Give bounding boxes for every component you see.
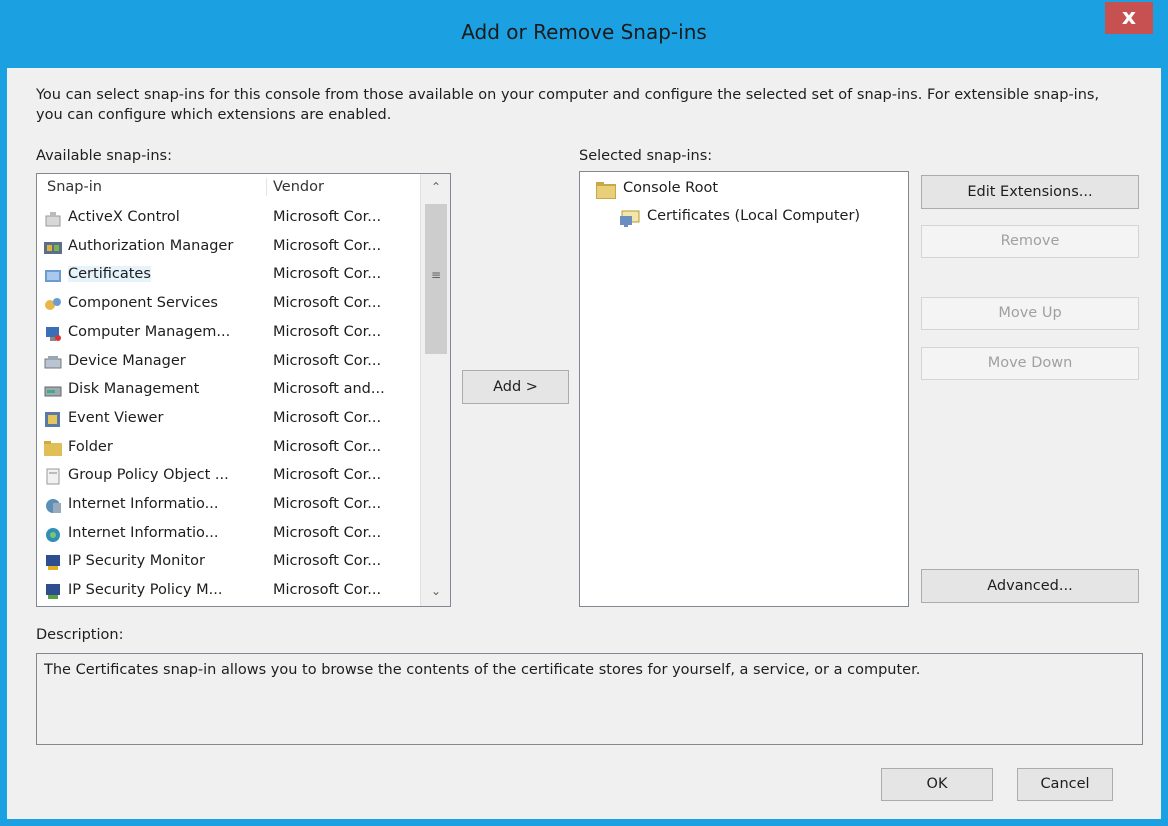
tree-node-label: Certificates (Local Computer): [647, 208, 861, 224]
authorization-manager-icon: [44, 241, 62, 254]
snapin-row[interactable]: IP Security Monitor Microsoft Cor...: [37, 548, 419, 577]
edit-extensions-button[interactable]: Edit Extensions...: [921, 175, 1139, 209]
description-box: The Certificates snap-in allows you to b…: [36, 653, 1143, 745]
ok-button[interactable]: OK: [881, 768, 993, 801]
selected-snapins-label: Selected snap-ins:: [579, 148, 713, 164]
certificates-icon: [620, 210, 640, 227]
snapin-name: Internet Informatio...: [68, 524, 219, 541]
snapin-row[interactable]: Component Services Microsoft Cor...: [37, 290, 419, 319]
snapin-name: Internet Informatio...: [68, 496, 219, 512]
dialog-client-area: You can select snap-ins for this console…: [7, 68, 1161, 819]
snapin-name: Certificates: [68, 266, 151, 283]
close-icon: x: [1121, 5, 1137, 30]
snapin-row[interactable]: Authorization Manager Microsoft Cor...: [37, 233, 419, 262]
computer-management-icon: [46, 326, 61, 341]
snapin-vendor: Microsoft Cor...: [273, 438, 382, 455]
description-label: Description:: [36, 627, 124, 643]
snapin-name: Device Manager: [68, 352, 186, 369]
snapin-vendor: Microsoft Cor...: [273, 295, 382, 312]
snapin-row[interactable]: Group Policy Object ... Microsoft Cor...: [37, 462, 419, 491]
intro-text: You can select snap-ins for this console…: [36, 87, 1100, 123]
title-bar[interactable]: Add or Remove Snap-ins x: [0, 0, 1168, 68]
column-header-divider[interactable]: [266, 178, 267, 196]
snapin-vendor: Microsoft Cor...: [273, 266, 382, 283]
snapin-name: Component Services: [68, 295, 218, 312]
list-scrollbar[interactable]: ⌃ ≡ ⌄: [420, 174, 450, 606]
snapin-name: Folder: [68, 438, 113, 455]
snapin-vendor: Microsoft Cor...: [273, 496, 382, 512]
snapin-row[interactable]: Disk Management Microsoft and...: [37, 376, 419, 405]
add-button[interactable]: Add >: [462, 370, 569, 404]
remove-button[interactable]: Remove: [921, 225, 1139, 258]
ip-security-monitor-icon: [46, 555, 60, 571]
snapin-vendor: Microsoft Cor...: [273, 553, 382, 570]
snapin-row[interactable]: IP Security Policy M... Microsoft Cor...: [37, 577, 419, 606]
description-text: The Certificates snap-in allows you to b…: [44, 662, 921, 678]
snapin-vendor: Microsoft Cor...: [273, 237, 382, 254]
cancel-button[interactable]: Cancel: [1017, 768, 1113, 801]
snapin-row[interactable]: Internet Informatio... Microsoft Cor...: [37, 491, 419, 520]
component-services-icon: [45, 298, 61, 311]
snapin-vendor: Microsoft Cor...: [273, 209, 382, 225]
event-viewer-icon: [45, 411, 60, 427]
snapin-row[interactable]: Event Viewer Microsoft Cor...: [37, 405, 419, 434]
move-up-button[interactable]: Move Up: [921, 297, 1139, 330]
snapin-name: Disk Management: [68, 381, 200, 398]
scroll-down-arrow-icon[interactable]: ⌄: [421, 578, 450, 604]
tree-node-label: Console Root: [623, 180, 719, 196]
selected-snapins-tree[interactable]: Console Root Certificates (Local Compute…: [579, 171, 909, 607]
activex-icon: [45, 212, 61, 227]
column-header-vendor[interactable]: Vendor: [273, 174, 324, 200]
snapin-name: Computer Managem...: [68, 323, 231, 340]
snapin-vendor: Microsoft Cor...: [273, 409, 382, 426]
folder-icon: [596, 182, 616, 199]
snapin-row[interactable]: Folder Microsoft Cor...: [37, 434, 419, 463]
device-manager-icon: [44, 355, 62, 368]
folder-icon: [44, 440, 62, 456]
snapin-vendor: Microsoft Cor...: [273, 582, 382, 599]
snapin-vendor: Microsoft Cor...: [273, 323, 382, 340]
snapin-row[interactable]: Device Manager Microsoft Cor...: [37, 348, 419, 377]
column-header-snapin[interactable]: Snap-in: [47, 174, 102, 200]
iis-icon: [46, 499, 61, 513]
snapin-vendor: Microsoft Cor...: [273, 352, 382, 369]
snapin-name: Group Policy Object ...: [68, 467, 229, 484]
advanced-button[interactable]: Advanced...: [921, 569, 1139, 603]
snapin-vendor: Microsoft and...: [273, 381, 385, 398]
ip-security-policy-icon: [46, 584, 60, 600]
iis6-icon: [46, 527, 60, 542]
snapin-vendor: Microsoft Cor...: [273, 524, 382, 541]
scroll-up-arrow-icon[interactable]: ⌃: [421, 174, 450, 200]
available-snapins-label: Available snap-ins:: [36, 148, 172, 164]
available-snapins-list[interactable]: Snap-in Vendor ActiveX Control Microsoft …: [36, 173, 451, 607]
close-button[interactable]: x: [1105, 2, 1153, 34]
group-policy-icon: [46, 468, 60, 485]
snapin-name: Authorization Manager: [68, 237, 234, 254]
move-down-button[interactable]: Move Down: [921, 347, 1139, 380]
snapin-row[interactable]: ActiveX Control Microsoft Cor...: [37, 204, 419, 233]
snapin-vendor: Microsoft Cor...: [273, 467, 382, 484]
scroll-grip-icon: ≡: [431, 268, 442, 282]
dialog-title: Add or Remove Snap-ins: [461, 20, 707, 44]
certificates-icon: [45, 270, 61, 283]
snapin-row[interactable]: Internet Informatio... Microsoft Cor...: [37, 520, 419, 549]
snapin-name: ActiveX Control: [68, 209, 180, 225]
snapin-row[interactable]: Certificates Microsoft Cor...: [37, 261, 419, 291]
snapin-name: Event Viewer: [68, 409, 164, 426]
snapin-row[interactable]: Computer Managem... Microsoft Cor...: [37, 319, 419, 348]
snapin-name: IP Security Monitor: [68, 553, 205, 570]
snapin-name: IP Security Policy M...: [68, 582, 223, 599]
disk-management-icon: [44, 386, 62, 397]
